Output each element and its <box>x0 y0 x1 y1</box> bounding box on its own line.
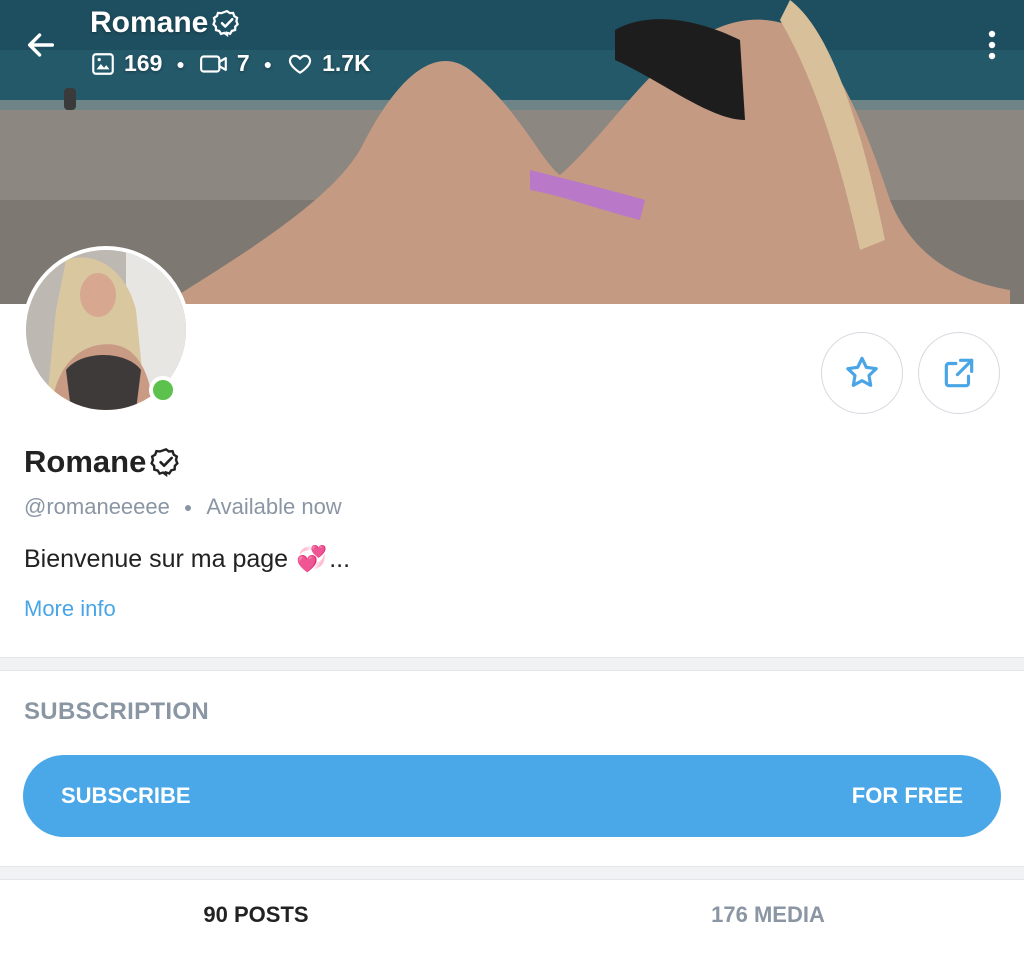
more-options-button[interactable] <box>974 22 1010 68</box>
image-icon <box>92 52 114 75</box>
star-icon <box>846 356 878 387</box>
cover-image: Romane 169 ● 7 ● 1.7K <box>0 0 1024 304</box>
share-icon <box>944 358 974 388</box>
subscribe-button[interactable]: SUBSCRIBE FOR FREE <box>23 755 1001 837</box>
bio-text: Bienvenue sur ma page 💞 ... <box>24 545 350 574</box>
bio-emoji: 💞 <box>296 545 328 573</box>
availability-status: Available now <box>206 494 342 519</box>
profile-name-text: Romane <box>24 444 147 479</box>
videos-count: 7 <box>236 50 250 76</box>
section-divider <box>0 866 1024 880</box>
handle-row: @romaneeeee ● Available now <box>24 494 342 520</box>
photos-count: 169 <box>124 50 163 76</box>
bio-content: Bienvenue sur ma page <box>24 545 289 573</box>
online-status-indicator <box>149 376 177 404</box>
content-tabs: 90 POSTS 176 MEDIA <box>0 882 1024 953</box>
separator-dot: ● <box>183 499 193 515</box>
subscribe-label: SUBSCRIBE <box>61 783 191 808</box>
more-vertical-icon <box>988 30 996 60</box>
header-stats: 169 ● 7 ● 1.7K <box>90 50 371 77</box>
header-name-text: Romane <box>90 6 209 39</box>
username-handle: @romaneeeee <box>24 494 170 519</box>
bio-ellipsis: ... <box>329 545 351 573</box>
videos-stat: 7 <box>199 50 250 77</box>
subscribe-price: FOR FREE <box>851 783 963 808</box>
profile-name: Romane <box>24 444 182 480</box>
section-divider <box>0 657 1024 671</box>
tab-media[interactable]: 176 MEDIA <box>512 882 1024 953</box>
video-icon <box>199 54 227 73</box>
subscription-title: SUBSCRIPTION <box>24 698 209 725</box>
header-title: Romane <box>90 6 242 40</box>
verified-badge-icon <box>212 9 240 38</box>
favorite-button[interactable] <box>821 332 903 414</box>
likes-stat: 1.7K <box>286 50 371 77</box>
heart-icon <box>289 54 312 74</box>
top-bar: Romane 169 ● 7 ● 1.7K <box>0 0 1024 100</box>
back-arrow-icon <box>27 33 55 57</box>
separator-dot: ● <box>176 55 185 72</box>
photos-stat: 169 <box>90 50 162 77</box>
more-info-link[interactable]: More info <box>24 596 116 622</box>
tab-posts[interactable]: 90 POSTS <box>0 882 512 953</box>
back-button[interactable] <box>18 22 64 68</box>
separator-dot: ● <box>263 55 273 72</box>
likes-count: 1.7K <box>322 50 371 76</box>
share-button[interactable] <box>918 332 1000 414</box>
verified-badge-icon <box>150 447 180 478</box>
